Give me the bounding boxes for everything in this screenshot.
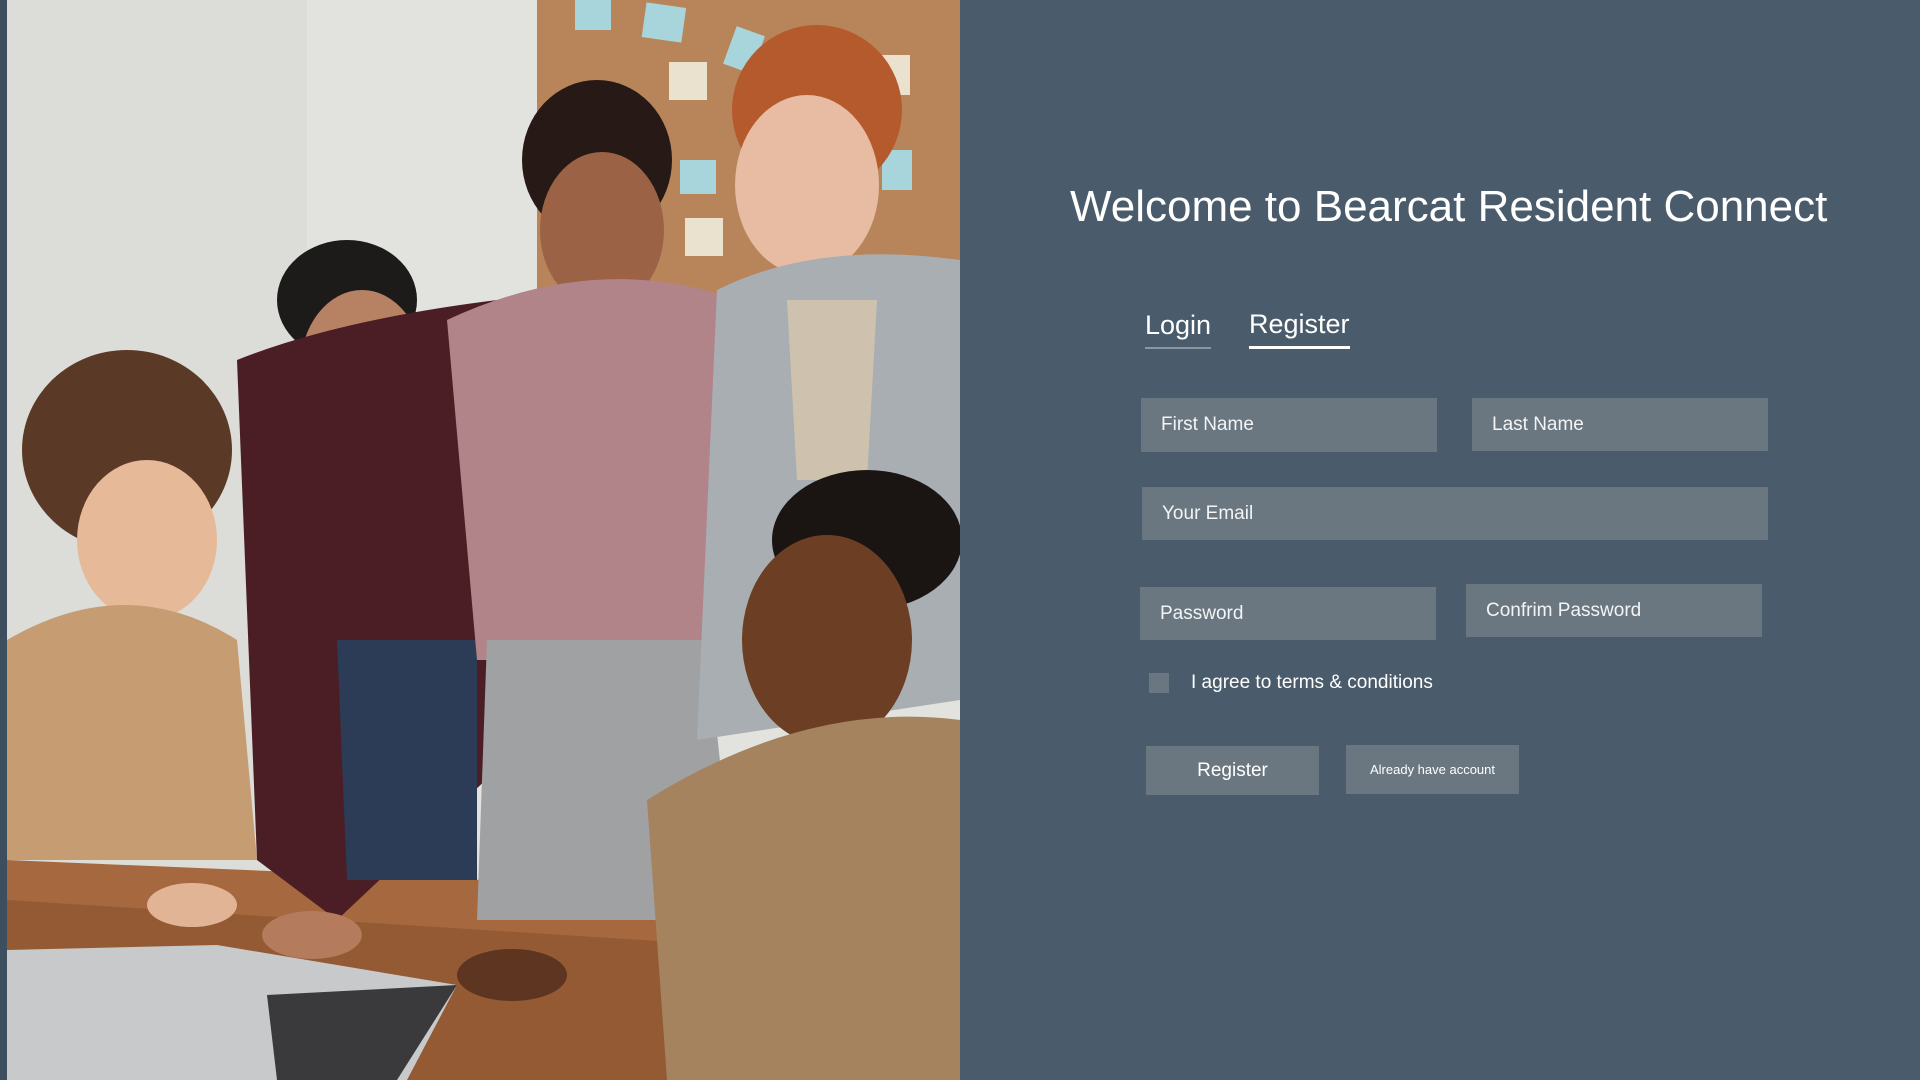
register-button[interactable]: Register <box>1146 746 1319 795</box>
tab-register[interactable]: Register <box>1249 309 1350 349</box>
first-name-input[interactable] <box>1141 398 1437 452</box>
register-panel <box>960 0 1920 1080</box>
terms-label: I agree to terms & conditions <box>1191 672 1433 693</box>
password-input[interactable] <box>1140 587 1436 640</box>
last-name-input[interactable] <box>1472 398 1768 451</box>
email-input[interactable] <box>1142 487 1768 540</box>
terms-row: I agree to terms & conditions <box>1149 672 1433 694</box>
tab-login[interactable]: Login <box>1145 310 1212 349</box>
already-have-account-button[interactable]: Already have account <box>1346 745 1519 794</box>
team-photo <box>7 0 960 1080</box>
terms-checkbox[interactable] <box>1149 673 1169 693</box>
page-title: Welcome to Bearcat Resident Connect <box>1070 182 1828 231</box>
team-photo-illustration <box>7 0 960 1080</box>
left-edge-strip <box>0 0 7 1080</box>
confirm-password-input[interactable] <box>1466 584 1762 637</box>
